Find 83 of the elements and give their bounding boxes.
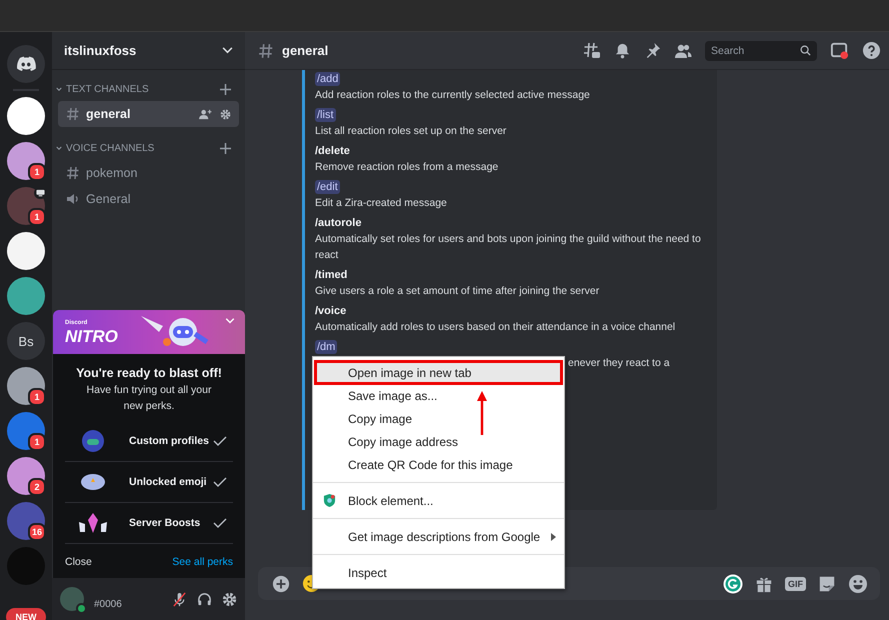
server-icon[interactable] (7, 277, 45, 315)
plus-icon[interactable] (220, 84, 231, 95)
perk-label: Unlocked emoji (129, 476, 208, 488)
nitro-logo: NITRO (65, 328, 118, 344)
command-name: /add (315, 72, 340, 86)
server-icon[interactable] (7, 97, 45, 135)
smiley-icon[interactable] (848, 574, 868, 594)
pin-icon[interactable] (644, 42, 661, 59)
command-name: /autorole (315, 216, 362, 228)
add-member-icon[interactable] (199, 108, 212, 120)
server-icon[interactable] (7, 232, 45, 270)
command-description: Edit a Zira-created message (315, 196, 448, 211)
perk-label: Server Boosts (129, 516, 202, 528)
channel-title: general (282, 43, 330, 58)
command-description: Automatically add roles to users based on their attendance in a voice channel (315, 320, 676, 335)
command-description: List all reaction roles set up on the server (315, 124, 508, 139)
command-name: /delete (315, 144, 350, 156)
plus-circle-icon[interactable] (272, 574, 290, 592)
command-description: Remove reaction roles from a message (315, 160, 500, 175)
command-description: enever they react to a (568, 356, 670, 371)
unread-badge: 1 (28, 433, 46, 451)
grammarly-icon[interactable] (723, 574, 743, 594)
sticker-icon[interactable] (818, 574, 836, 592)
channel-item[interactable]: pokemon (58, 160, 239, 186)
command-name: /timed (315, 268, 348, 280)
threads-icon[interactable] (583, 42, 601, 60)
menu-item[interactable]: Copy image address (313, 430, 564, 453)
command-description: Give users a role a set amount of time after joining the server (315, 284, 600, 299)
menu-item[interactable]: Open image in new tab (315, 361, 562, 384)
command-description: Automatically set roles for users and bots upon joining the guild without the need to react (315, 232, 702, 263)
hashtag-icon (66, 107, 80, 121)
settings-icon[interactable] (222, 592, 237, 606)
unread-badge: 1 (28, 208, 46, 226)
shield-icon (323, 493, 336, 508)
caret-icon[interactable] (56, 87, 62, 92)
hashtag-icon (66, 166, 80, 180)
server-icon[interactable]: Bs (7, 322, 45, 360)
gif-button[interactable]: GIF (785, 576, 806, 590)
help-icon[interactable] (862, 41, 881, 60)
server-name[interactable]: itslinuxfoss (64, 43, 136, 58)
hashtag-icon (258, 42, 274, 58)
category-label[interactable]: TEXT CHANNELS (66, 84, 216, 95)
nitro-subtitle: Have fun trying out all your new perks. (86, 383, 212, 414)
menu-item[interactable]: Create QR Code for this image (313, 453, 564, 476)
user-tag: #0006 (94, 598, 162, 610)
unread-badge: 1 (28, 163, 46, 181)
emoji-icon[interactable] (302, 574, 321, 593)
menu-item[interactable]: Save image as... (313, 384, 564, 407)
menu-item[interactable]: Get image descriptions from Google (313, 525, 564, 548)
microphone-icon[interactable] (172, 592, 187, 606)
channel-item[interactable]: general (58, 101, 239, 127)
command-description: Add reaction roles to the currently selected active message (315, 88, 591, 103)
plus-icon[interactable] (220, 143, 231, 154)
bell-icon[interactable] (614, 42, 631, 59)
command-name: /edit (315, 180, 340, 194)
online-status-dot (76, 603, 87, 614)
see-all-perks-link[interactable]: See all perks (172, 556, 233, 568)
command-name: /list (315, 108, 336, 122)
speaker-icon (66, 192, 80, 206)
command-name: /dm (315, 340, 338, 354)
unread-badge: 16 (28, 523, 46, 541)
unread-badge: 2 (28, 478, 46, 496)
nitro-title: You're ready to blast off! (75, 366, 223, 380)
unread-badge: 1 (28, 388, 46, 406)
user-avatar[interactable] (60, 587, 84, 611)
caret-icon[interactable] (56, 146, 62, 151)
annotation-arrow (477, 391, 487, 435)
channel-item[interactable]: General (58, 186, 239, 212)
perk-label: Custom profiles (129, 434, 210, 446)
new-badge[interactable]: NEW (6, 608, 46, 620)
boost-perk-icon (77, 512, 109, 534)
discord-home-button[interactable] (7, 45, 45, 83)
close-link[interactable]: Close (65, 556, 92, 568)
menu-item[interactable]: Copy image (313, 407, 564, 430)
menu-item[interactable]: Block element... (313, 489, 564, 512)
command-name: /voice (315, 304, 346, 316)
search-field[interactable]: Search (705, 40, 817, 60)
headphones-icon[interactable] (197, 592, 212, 606)
search-icon (800, 45, 811, 56)
inbox-icon[interactable] (830, 41, 849, 60)
category-label[interactable]: VOICE CHANNELS (66, 143, 216, 154)
chevron-down-icon[interactable] (222, 47, 233, 54)
settings-icon[interactable] (220, 108, 231, 120)
